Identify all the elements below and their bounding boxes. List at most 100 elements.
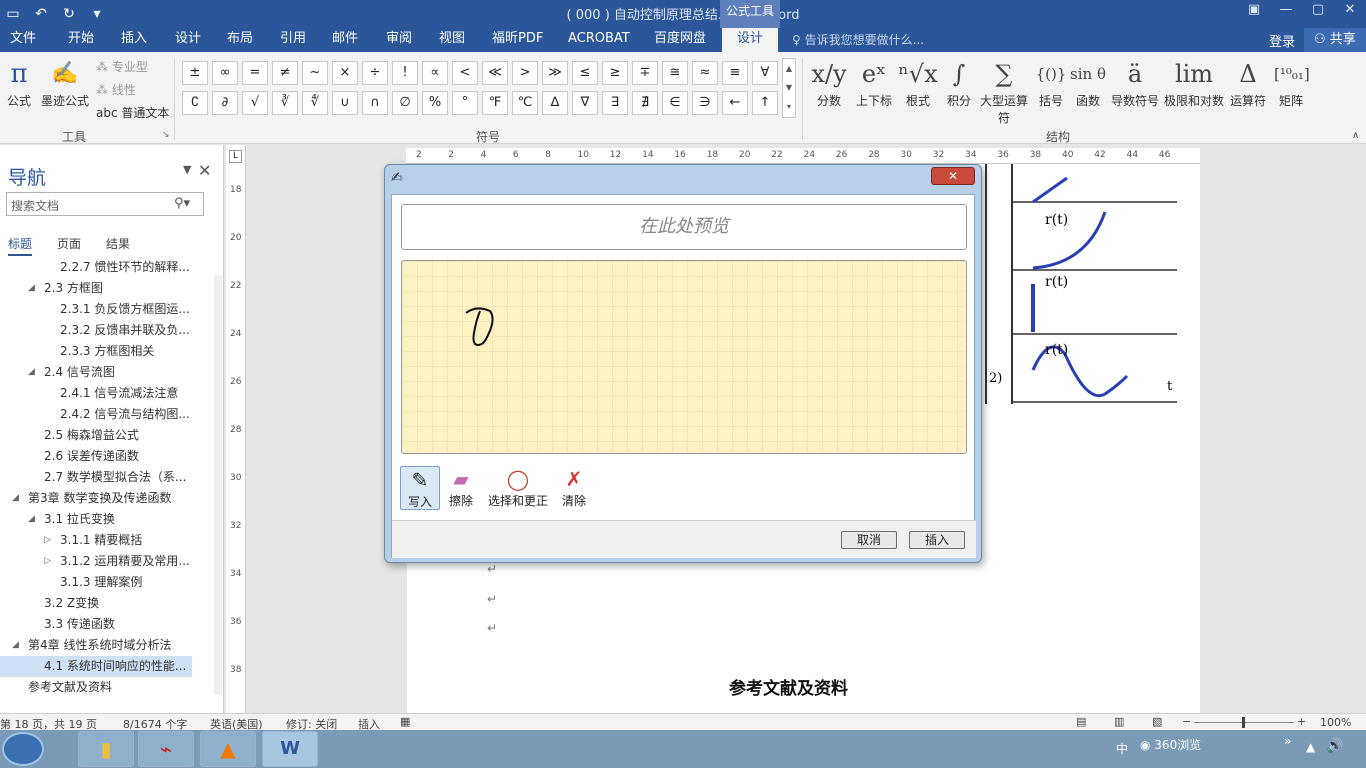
symbol-button[interactable]: ∁ — [182, 91, 208, 115]
normal-text-button[interactable]: abc 普通文本 — [96, 104, 169, 121]
nav-heading-item[interactable]: 2.3.2 反馈串并联及负... — [0, 320, 223, 341]
symbol-button[interactable]: ≤ — [572, 61, 598, 85]
read-mode-icon[interactable]: ▤ — [1076, 715, 1086, 728]
tab-acrobat[interactable]: ACROBAT — [558, 28, 640, 52]
symbol-button[interactable]: ∀ — [752, 61, 778, 85]
symbol-button[interactable]: ≠ — [272, 61, 298, 85]
nav-heading-item[interactable]: 2.4.1 信号流减法注意 — [0, 383, 223, 404]
symbol-button[interactable]: ∂ — [212, 91, 238, 115]
print-layout-icon[interactable]: ▥ — [1114, 715, 1124, 728]
tab-references[interactable]: 引用 — [270, 28, 316, 52]
structure-积分-button[interactable]: ∫ 积分 — [940, 58, 978, 109]
tab-view[interactable]: 视图 — [429, 28, 475, 52]
tab-layout[interactable]: 布局 — [217, 28, 263, 52]
equation-button[interactable]: π 公式 — [2, 58, 36, 109]
nav-heading-item[interactable]: 3.2 Z变换 — [0, 593, 223, 614]
ink-canvas[interactable] — [401, 260, 967, 454]
collapse-ribbon-icon[interactable]: ∧ — [1352, 130, 1359, 141]
structure-括号-button[interactable]: {()} 括号 — [1034, 58, 1068, 109]
symbol-button[interactable]: ∅ — [392, 91, 418, 115]
nav-scrollbar[interactable] — [214, 275, 222, 695]
structure-导数符号-button[interactable]: ä 导数符号 — [1108, 58, 1162, 109]
minimize-icon[interactable]: — — [1270, 0, 1302, 28]
tab-file[interactable]: 文件 — [0, 28, 46, 52]
symbol-button[interactable]: < — [452, 61, 478, 85]
close-icon[interactable]: ✕ — [931, 167, 975, 185]
zoom-in-icon[interactable]: + — [1297, 715, 1306, 728]
tab-baidu-netdisk[interactable]: 百度网盘 — [644, 28, 716, 52]
tab-equation-design[interactable]: 设计 — [722, 28, 778, 52]
symbol-button[interactable]: ∞ — [212, 61, 238, 85]
professional-format-button[interactable]: ⁂ 专业型 — [96, 58, 148, 75]
symbol-button[interactable]: ↑ — [752, 91, 778, 115]
ime-indicator[interactable]: 中 — [1116, 740, 1128, 757]
macro-icon[interactable]: ▦ — [400, 715, 410, 728]
zoom-slider-thumb[interactable] — [1242, 717, 1245, 728]
zoom-out-icon[interactable]: − — [1182, 715, 1191, 728]
select-correct-tool-button[interactable]: ◯ 选择和更正 — [485, 466, 551, 509]
nav-heading-item[interactable]: 3.1.3 理解案例 — [0, 572, 223, 593]
symbol-button[interactable]: √ — [242, 91, 268, 115]
symbol-button[interactable]: % — [422, 91, 448, 115]
nav-options-icon[interactable]: ▼ — [183, 163, 191, 176]
volume-icon[interactable]: 🔊 — [1326, 738, 1343, 754]
search-icon[interactable]: ⚲▾ — [174, 196, 190, 211]
collapsed-triangle-icon[interactable]: ▷ — [44, 530, 51, 551]
insert-button[interactable]: 插入 — [909, 531, 965, 549]
nav-heading-item[interactable]: 2.3.3 方框图相关 — [0, 341, 223, 362]
share-button[interactable]: ⚇ 共享 — [1304, 28, 1366, 52]
expanded-triangle-icon[interactable]: ◢ — [28, 278, 35, 299]
pdf-reader-taskbar-icon[interactable]: ⌁ — [138, 731, 194, 767]
symbol-button[interactable]: ∈ — [662, 91, 688, 115]
symbol-button[interactable]: ≫ — [542, 61, 568, 85]
nav-heading-item[interactable]: 2.3.1 负反馈方框图运... — [0, 299, 223, 320]
tab-foxit-pdf[interactable]: 福昕PDF — [482, 28, 553, 52]
structure-运算符-button[interactable]: Δ 运算符 — [1226, 58, 1270, 109]
nav-heading-item[interactable]: 2.7 数学模型拟合法（系... — [0, 467, 223, 488]
dialog-launcher-icon[interactable]: ↘ — [162, 130, 170, 140]
symbol-button[interactable]: ≪ — [482, 61, 508, 85]
structure-矩阵-button[interactable]: [¹⁰₀₁] 矩阵 — [1274, 58, 1310, 109]
symbol-button[interactable]: ∜ — [302, 91, 328, 115]
symbol-button[interactable]: ! — [392, 61, 418, 85]
clear-tool-button[interactable]: ✗ 清除 — [559, 466, 589, 509]
symbol-button[interactable]: ℃ — [512, 91, 538, 115]
360-browser-tray[interactable]: ◉ 360浏览 — [1140, 736, 1201, 753]
nav-heading-item[interactable]: 2.6 误差传递函数 — [0, 446, 223, 467]
symbol-button[interactable]: ∋ — [692, 91, 718, 115]
symbol-button[interactable]: ≅ — [662, 61, 688, 85]
login-link[interactable]: 登录 — [1269, 31, 1295, 50]
nav-heading-item[interactable]: 3.3 传递函数 — [0, 614, 223, 635]
erase-tool-button[interactable]: ▰ 擦除 — [445, 466, 477, 509]
web-layout-icon[interactable]: ▧ — [1152, 715, 1162, 728]
nav-heading-item[interactable]: ◢ 3.1 拉氏变换 — [0, 509, 223, 530]
symbol-button[interactable]: × — [332, 61, 358, 85]
nav-heading-item[interactable]: ▷ 3.1.1 精要概括 — [0, 530, 223, 551]
structure-根式-button[interactable]: ⁿ√x 根式 — [898, 58, 938, 109]
expanded-triangle-icon[interactable]: ◢ — [12, 488, 19, 509]
symbol-button[interactable]: = — [242, 61, 268, 85]
tab-headings[interactable]: 标题 — [8, 235, 33, 256]
tab-insert[interactable]: 插入 — [111, 28, 157, 52]
symbol-button[interactable]: ∃ — [602, 91, 628, 115]
tab-review[interactable]: 审阅 — [376, 28, 422, 52]
symbol-button[interactable]: ° — [452, 91, 478, 115]
nav-heading-item[interactable]: 2.2.7 惯性环节的解释... — [0, 257, 223, 278]
nav-heading-item[interactable]: ◢ 第4章 线性系统时域分析法 — [0, 635, 223, 656]
symbol-button[interactable]: ~ — [302, 61, 328, 85]
expanded-triangle-icon[interactable]: ◢ — [28, 509, 35, 530]
symbol-button[interactable]: ± — [182, 61, 208, 85]
symbol-button[interactable]: ≥ — [602, 61, 628, 85]
nav-heading-item[interactable]: 2.4.2 信号流与结构图... — [0, 404, 223, 425]
structure-大型运算符-button[interactable]: ∑ 大型运算符 — [980, 58, 1028, 126]
structure-函数-button[interactable]: sin θ 函数 — [1070, 58, 1106, 109]
tab-design[interactable]: 设计 — [165, 28, 211, 52]
symbol-button[interactable]: ← — [722, 91, 748, 115]
symbol-button[interactable]: ∆ — [542, 91, 568, 115]
show-hidden-icons[interactable]: ▲ — [1306, 740, 1315, 754]
symbol-button[interactable]: ∪ — [332, 91, 358, 115]
word-taskbar-icon[interactable]: W — [262, 731, 318, 767]
tab-home[interactable]: 开始 — [58, 28, 104, 52]
nav-heading-item[interactable]: ▷ 3.1.2 运用精要及常用... — [0, 551, 223, 572]
tab-results[interactable]: 结果 — [106, 235, 130, 252]
